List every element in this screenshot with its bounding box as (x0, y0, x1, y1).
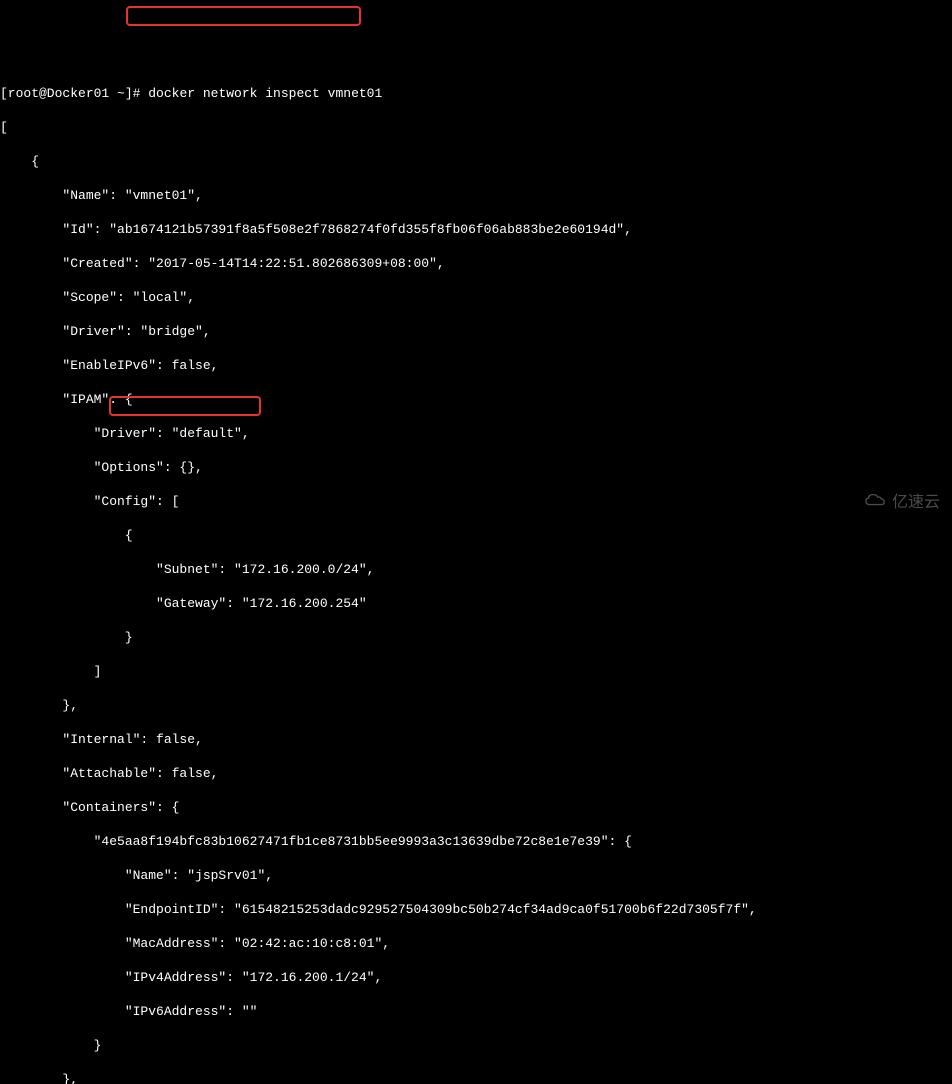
output-line: "Containers": { (0, 799, 952, 816)
output-line: "MacAddress": "02:42:ac:10:c8:01", (0, 935, 952, 952)
output-line: "EndpointID": "61548215253dadc9295275043… (0, 901, 952, 918)
output-line: "IPv4Address": "172.16.200.1/24", (0, 969, 952, 986)
output-line: "Config": [ (0, 493, 952, 510)
output-line: "IPv6Address": "" (0, 1003, 952, 1020)
output-line: "Gateway": "172.16.200.254" (0, 595, 952, 612)
output-line: "4e5aa8f194bfc83b10627471fb1ce8731bb5ee9… (0, 833, 952, 850)
output-line: "Created": "2017-05-14T14:22:51.80268630… (0, 255, 952, 272)
output-line: [ (0, 119, 952, 136)
output-line: "IPAM": { (0, 391, 952, 408)
output-line: } (0, 1037, 952, 1054)
output-line: "Id": "ab1674121b57391f8a5f508e2f7868274… (0, 221, 952, 238)
output-line: }, (0, 697, 952, 714)
output-line: { (0, 527, 952, 544)
command-text: docker network inspect vmnet01 (148, 86, 382, 101)
output-line: "EnableIPv6": false, (0, 357, 952, 374)
output-line: }, (0, 1071, 952, 1084)
output-line: } (0, 629, 952, 646)
output-line: "Driver": "default", (0, 425, 952, 442)
output-line: "Subnet": "172.16.200.0/24", (0, 561, 952, 578)
output-line: "Attachable": false, (0, 765, 952, 782)
output-line: "Options": {}, (0, 459, 952, 476)
prompt-line[interactable]: [root@Docker01 ~]# docker network inspec… (0, 85, 952, 102)
watermark-text: 亿速云 (892, 494, 940, 511)
output-line: "Name": "jspSrv01", (0, 867, 952, 884)
watermark: 亿速云 (846, 474, 940, 530)
output-line: "Scope": "local", (0, 289, 952, 306)
output-line: "Internal": false, (0, 731, 952, 748)
terminal-output: [root@Docker01 ~]# docker network inspec… (0, 68, 952, 1084)
output-line: "Driver": "bridge", (0, 323, 952, 340)
cloud-icon (846, 474, 886, 530)
prompt-prefix: [root@Docker01 ~]# (0, 86, 148, 101)
output-line: "Name": "vmnet01", (0, 187, 952, 204)
output-line: { (0, 153, 952, 170)
highlight-command (126, 6, 361, 26)
output-line: ] (0, 663, 952, 680)
